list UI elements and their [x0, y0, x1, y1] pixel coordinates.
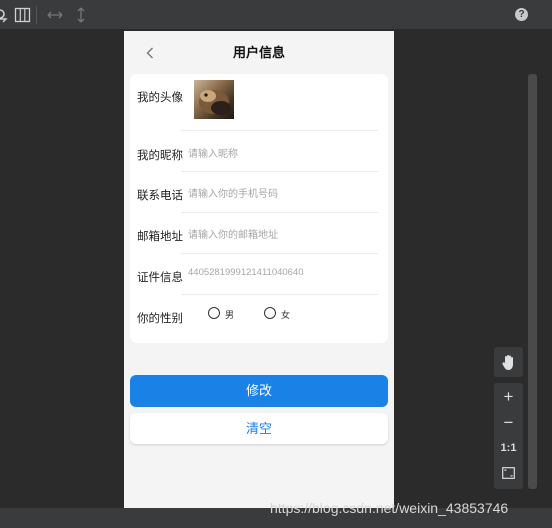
phone-row: 联系电话 请输入你的手机号码 [137, 172, 381, 213]
horizontal-resize-icon[interactable] [46, 6, 64, 24]
zoom-out-icon[interactable]: − [494, 410, 523, 435]
profile-card: 我的头像 我的昵称 请输入昵称 联系电话 请输入你的手机号码 邮箱地址 请输入你… [130, 74, 388, 343]
email-label: 邮箱地址 [137, 231, 183, 243]
gender-male-radio[interactable] [208, 307, 220, 319]
id-label: 证件信息 [137, 272, 183, 284]
page-title: 用户信息 [232, 45, 285, 60]
zoom-tool-panel: + − 1:1 [494, 383, 523, 489]
gender-label: 你的性别 [137, 313, 183, 325]
zoom-in-icon[interactable]: + [494, 384, 523, 409]
phone-label: 联系电话 [137, 190, 183, 202]
modify-button[interactable]: 修改 [130, 375, 388, 407]
email-input[interactable]: 请输入你的邮箱地址 [188, 226, 278, 241]
clear-button[interactable]: 清空 [130, 413, 388, 444]
gender-female-radio[interactable] [264, 307, 276, 319]
gender-row: 你的性别 男 女 [137, 295, 381, 336]
phone-preview: 用户信息 我的头像 我的昵称 请输入昵称 联系电话 请输入你的手机号码 邮箱地址… [124, 31, 394, 508]
toolbar-separator [36, 6, 37, 24]
fit-screen-icon[interactable] [502, 467, 515, 479]
nickname-input[interactable]: 请输入昵称 [188, 145, 238, 160]
vertical-scrollbar[interactable] [528, 74, 537, 489]
pan-tool-panel [494, 347, 523, 377]
layout-columns-icon[interactable] [14, 6, 32, 24]
nickname-label: 我的昵称 [137, 150, 183, 162]
gender-male-label: 男 [225, 310, 235, 320]
nickname-row: 我的昵称 请输入昵称 [137, 131, 381, 172]
ide-toolbar: ? [0, 0, 552, 30]
id-row: 证件信息 440528199912141104064​0 [137, 254, 381, 295]
email-row: 邮箱地址 请输入你的邮箱地址 [137, 213, 381, 254]
help-icon[interactable]: ? [515, 8, 528, 21]
avatar-row[interactable]: 我的头像 [137, 74, 381, 129]
watermark-url: https://blog.csdn.net/weixin_43853746 [270, 500, 509, 516]
phone-input[interactable]: 请输入你的手机号码 [188, 185, 278, 200]
id-input[interactable]: 440528199912141104064​0 [188, 267, 304, 278]
avatar[interactable] [194, 80, 234, 119]
vertical-resize-icon[interactable] [72, 6, 90, 24]
zoom-icon[interactable] [0, 6, 12, 24]
nav-bar: 用户信息 [124, 31, 394, 69]
gender-female-label: 女 [281, 310, 291, 320]
actual-size-button[interactable]: 1:1 [494, 436, 523, 461]
avatar-label: 我的头像 [137, 92, 183, 104]
hand-icon[interactable] [501, 353, 517, 371]
